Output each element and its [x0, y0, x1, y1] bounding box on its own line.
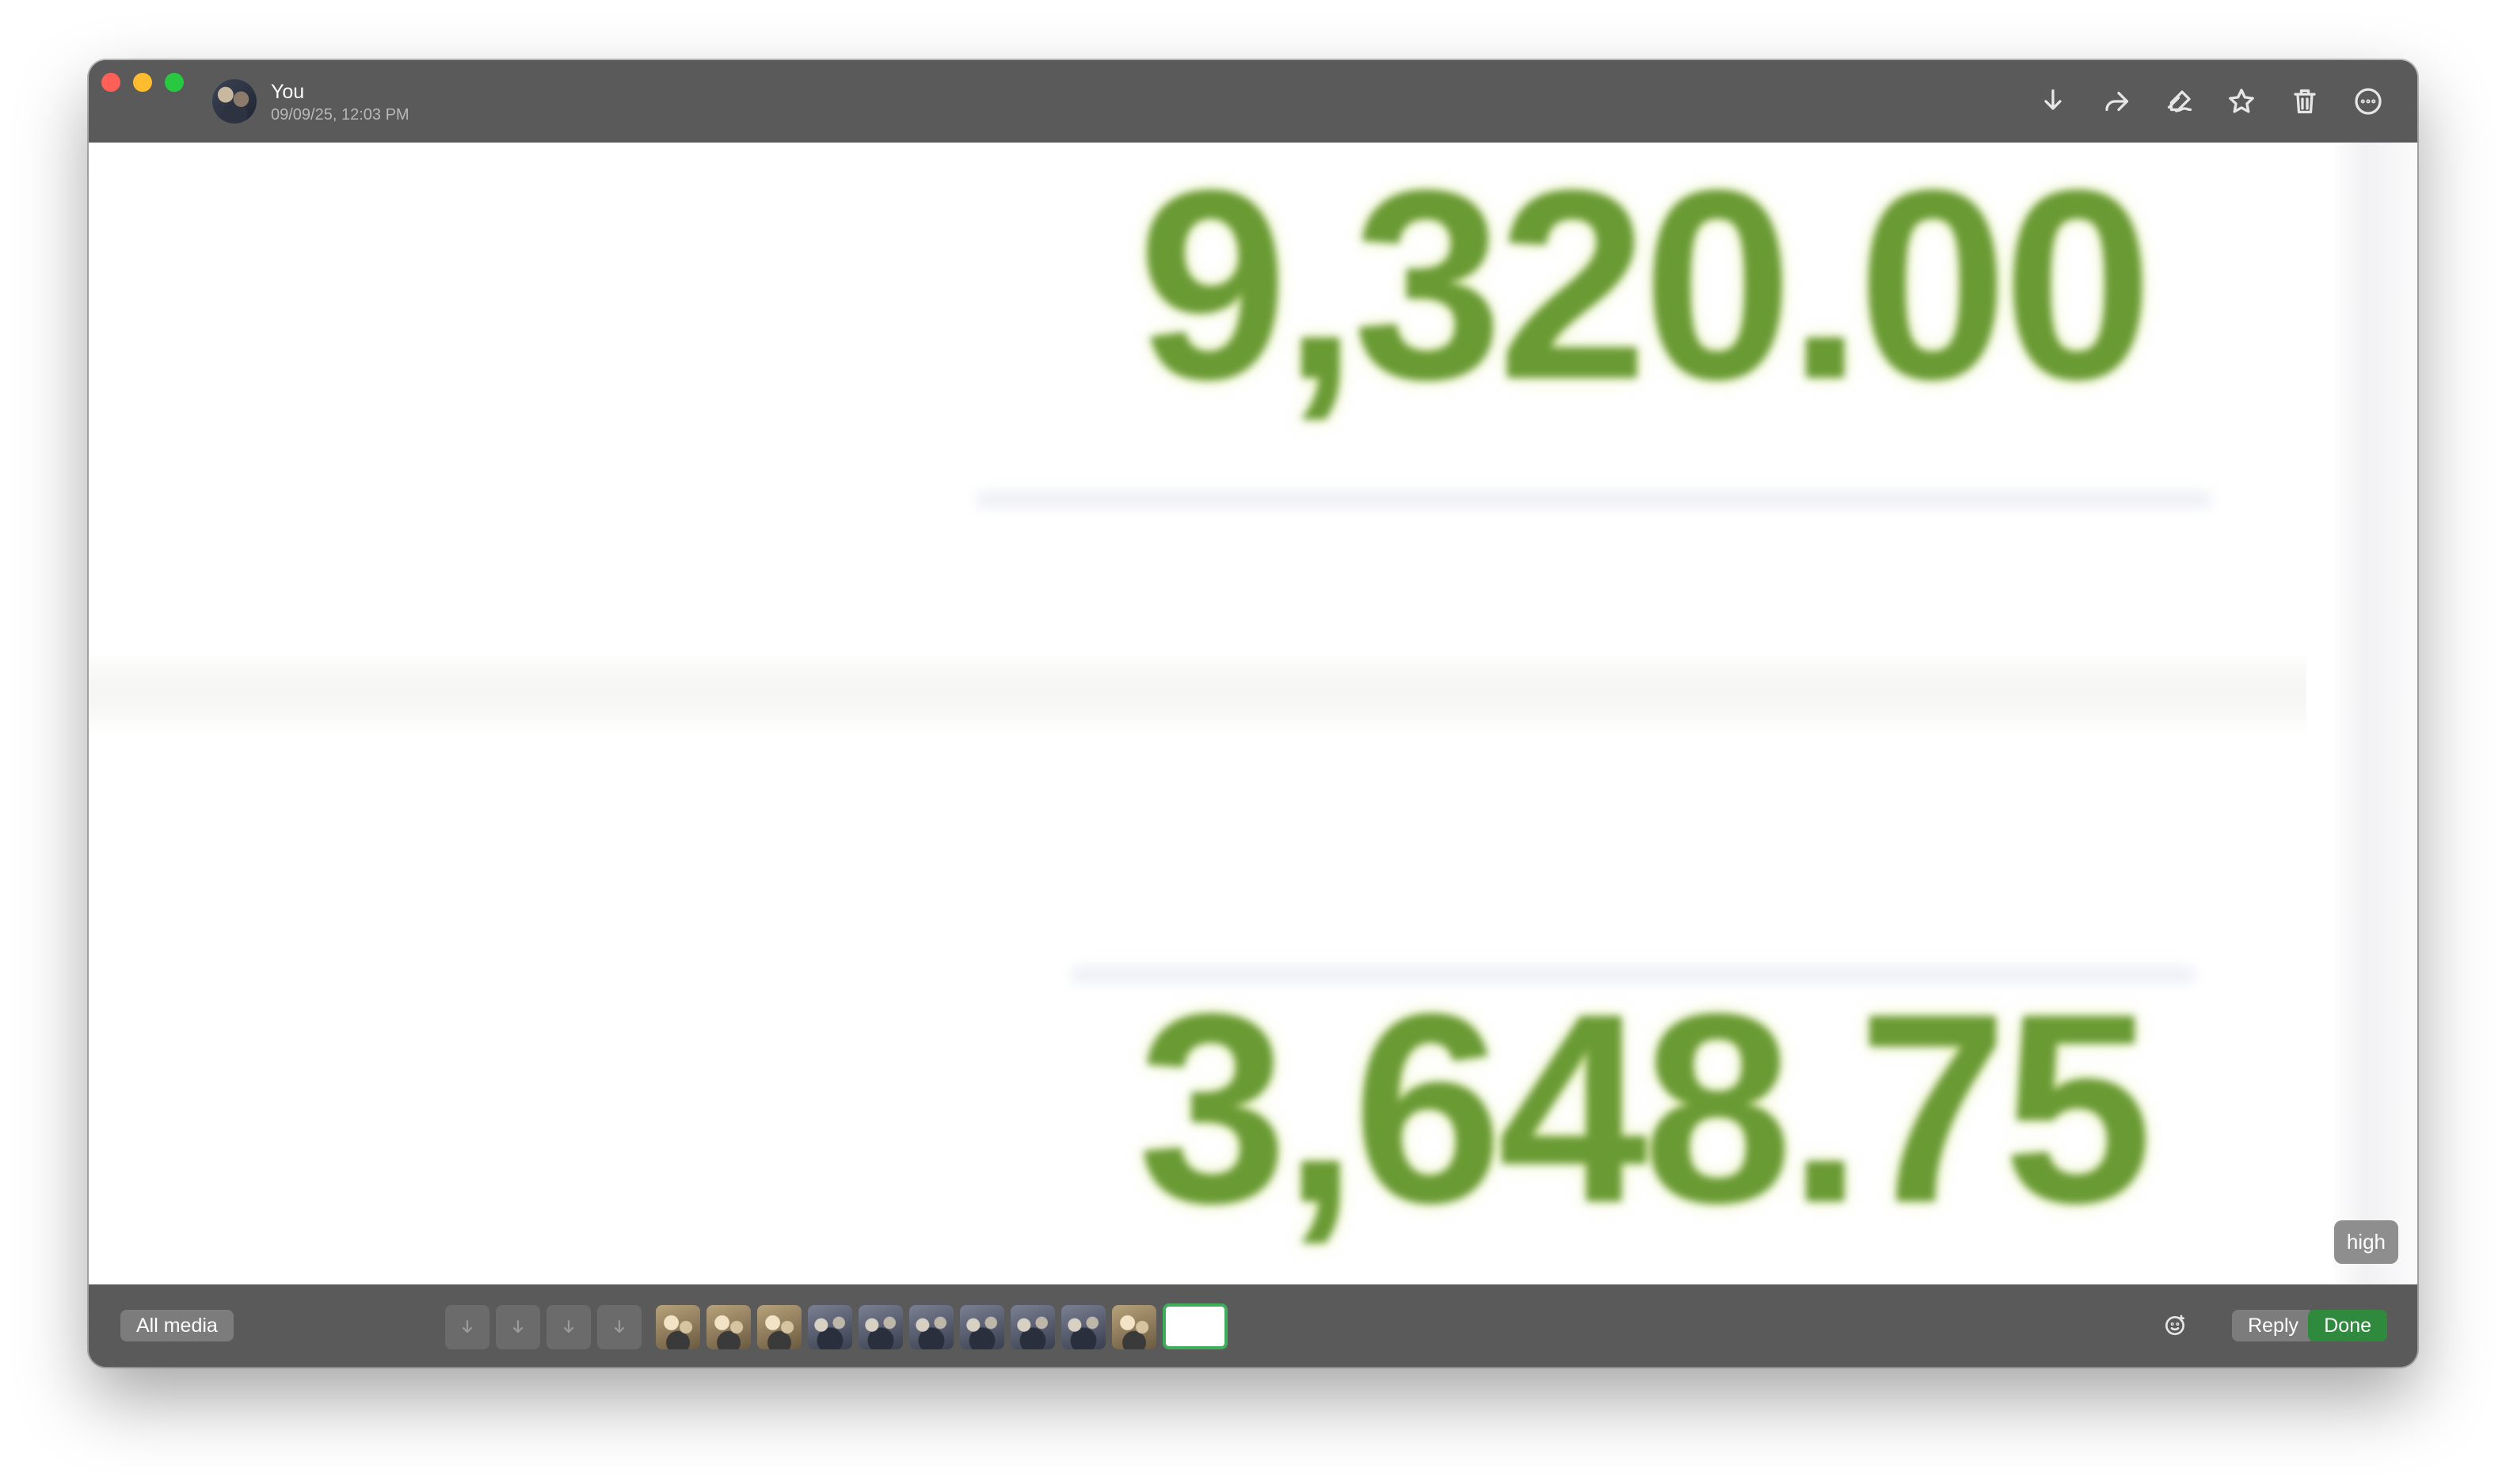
- media-thumbnail[interactable]: [808, 1305, 852, 1349]
- star-icon[interactable]: [2226, 86, 2257, 117]
- download-arrow-icon[interactable]: [547, 1305, 591, 1349]
- avatar[interactable]: [212, 79, 257, 124]
- done-button[interactable]: Done: [2308, 1310, 2387, 1341]
- download-icon[interactable]: [2037, 86, 2069, 117]
- download-arrow-icon[interactable]: [496, 1305, 540, 1349]
- media-thumbnail-selected[interactable]: [1163, 1303, 1228, 1349]
- media-thumbnail[interactable]: [1061, 1305, 1106, 1349]
- download-arrow-icon[interactable]: [597, 1305, 642, 1349]
- image-divider-band: [89, 649, 2306, 736]
- bottom-bar: All media Reply Done: [89, 1284, 2417, 1367]
- more-icon[interactable]: [2352, 86, 2384, 117]
- image-right-edge: [2330, 143, 2417, 1284]
- reaction-icon[interactable]: [2162, 1313, 2188, 1338]
- amount-bottom: 3,648.75: [1137, 958, 2153, 1259]
- forward-icon[interactable]: [2100, 86, 2132, 117]
- title-bar: You 09/09/25, 12:03 PM: [89, 60, 2417, 143]
- sender-name: You: [271, 81, 305, 103]
- message-timestamp: 09/09/25, 12:03 PM: [271, 106, 409, 124]
- trash-icon[interactable]: [2289, 86, 2321, 117]
- media-thumbnail[interactable]: [909, 1305, 954, 1349]
- media-thumbnail[interactable]: [1011, 1305, 1055, 1349]
- image-viewer[interactable]: 9,320.00 3,648.75 high: [89, 143, 2417, 1284]
- amount-top: 9,320.00: [1137, 143, 2153, 436]
- reply-button[interactable]: Reply: [2232, 1310, 2314, 1341]
- blurred-text-line: [976, 491, 2211, 508]
- media-thumbnail[interactable]: [859, 1305, 903, 1349]
- media-viewer-window: You 09/09/25, 12:03 PM 9,320.00 3,648.75…: [89, 60, 2417, 1367]
- zoom-window-button[interactable]: [165, 73, 184, 92]
- download-arrow-icon[interactable]: [445, 1305, 489, 1349]
- all-media-button[interactable]: All media: [120, 1310, 234, 1341]
- close-window-button[interactable]: [101, 73, 120, 92]
- media-thumbnail[interactable]: [1112, 1305, 1156, 1349]
- media-thumbnail[interactable]: [656, 1305, 700, 1349]
- media-thumbnail[interactable]: [960, 1305, 1004, 1349]
- media-thumbnail[interactable]: [706, 1305, 751, 1349]
- markup-icon[interactable]: [2164, 86, 2196, 117]
- media-thumbnail[interactable]: [757, 1305, 802, 1349]
- quality-badge[interactable]: high: [2333, 1220, 2398, 1264]
- minimize-window-button[interactable]: [133, 73, 152, 92]
